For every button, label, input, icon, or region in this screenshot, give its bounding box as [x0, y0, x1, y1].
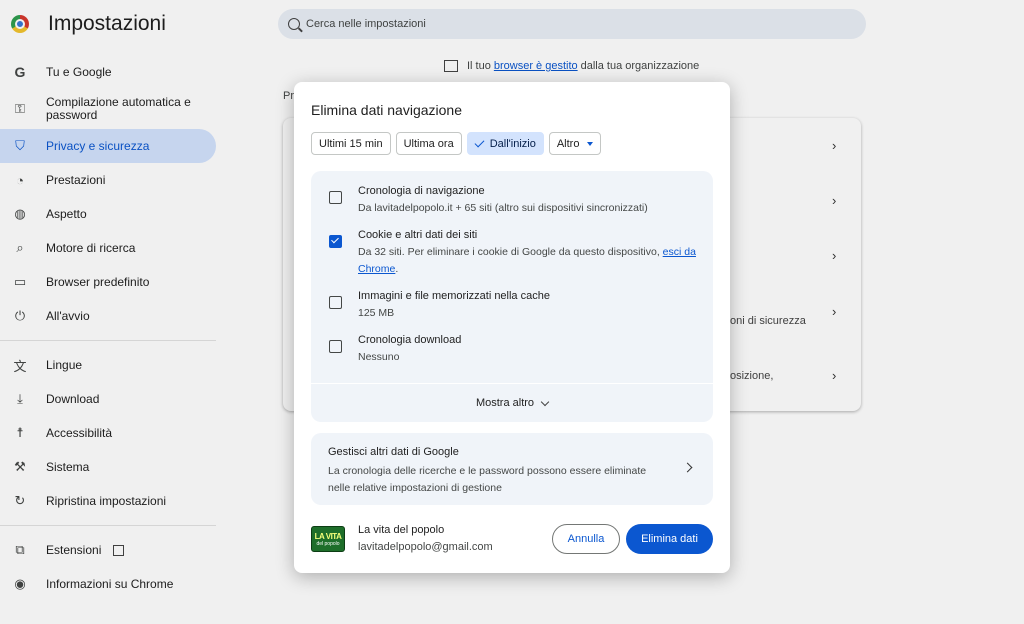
time-range-chips: Ultimi 15 min Ultima ora Dall'inizio Alt…: [311, 132, 602, 155]
checkbox-cached-images[interactable]: [329, 296, 342, 309]
checkbox-download-history[interactable]: [329, 340, 342, 353]
option-download-history[interactable]: Cronologia download Nessuno: [329, 333, 698, 366]
option-title: Cookie e altri dati dei siti: [358, 229, 478, 241]
option-desc: Da lavitadelpopolo.it + 65 siti (altro s…: [358, 202, 648, 214]
show-more-label: Mostra altro: [475, 397, 535, 409]
chevron-right-icon: [682, 462, 693, 473]
avatar: LA VITA del popolo: [311, 526, 345, 552]
option-title: Cronologia download: [358, 334, 462, 346]
chip-last-hour[interactable]: Ultima ora: [395, 132, 462, 155]
chevron-down-icon: [540, 397, 550, 406]
checkbox-cookies[interactable]: [329, 235, 342, 248]
option-desc: Nessuno: [358, 351, 400, 363]
chip-label: Dall'inizio: [489, 137, 536, 150]
account-email: lavitadelpopolo@gmail.com: [358, 541, 493, 553]
checkbox-browsing-history[interactable]: [329, 191, 342, 204]
manage-google-desc: La cronologia delle ricerche e le passwo…: [328, 465, 647, 494]
option-desc: 125 MB: [358, 307, 395, 319]
option-browsing-history[interactable]: Cronologia di navigazione Da lavitadelpo…: [329, 184, 698, 217]
account-name: La vita del popolo: [358, 524, 445, 536]
account-info: LA VITA del popolo La vita del popolo la…: [311, 522, 493, 556]
option-cached-images[interactable]: Immagini e file memorizzati nella cache …: [329, 289, 698, 322]
chip-all-time[interactable]: Dall'inizio: [466, 132, 544, 155]
caret-down-icon: [587, 141, 594, 146]
avatar-text: LA VITA: [314, 531, 342, 541]
cancel-button[interactable]: Annulla: [552, 524, 620, 554]
avatar-subtext: del popolo: [316, 540, 340, 547]
option-desc-end: .: [395, 263, 399, 275]
manage-google-title: Gestisci altri dati di Google: [328, 446, 459, 458]
option-desc: Da 32 siti. Per eliminare i cookie di Go…: [358, 244, 698, 278]
chip-label: Ultima ora: [403, 137, 454, 150]
chip-label: Altro: [556, 137, 580, 150]
delete-data-button[interactable]: Elimina dati: [626, 524, 713, 554]
chip-label: Ultimi 15 min: [319, 137, 383, 150]
option-cookies[interactable]: Cookie e altri dati dei siti Da 32 siti.…: [329, 228, 698, 278]
chip-last-15-min[interactable]: Ultimi 15 min: [311, 132, 391, 155]
data-options-panel: Cronologia di navigazione Da lavitadelpo…: [311, 171, 713, 383]
check-icon: [474, 137, 485, 147]
option-desc-text: Da 32 siti. Per eliminare i cookie di Go…: [358, 246, 660, 258]
manage-google-data-row[interactable]: Gestisci altri dati di Google La cronolo…: [311, 433, 713, 505]
option-title: Cronologia di navigazione: [358, 185, 485, 197]
dialog-title: Elimina dati navigazione: [311, 102, 462, 118]
chip-more-dropdown[interactable]: Altro: [548, 132, 602, 155]
clear-browsing-data-dialog: Elimina dati navigazione Ultimi 15 min U…: [294, 82, 730, 573]
option-title: Immagini e file memorizzati nella cache: [358, 290, 550, 302]
show-more-button[interactable]: Mostra altro: [311, 384, 713, 422]
